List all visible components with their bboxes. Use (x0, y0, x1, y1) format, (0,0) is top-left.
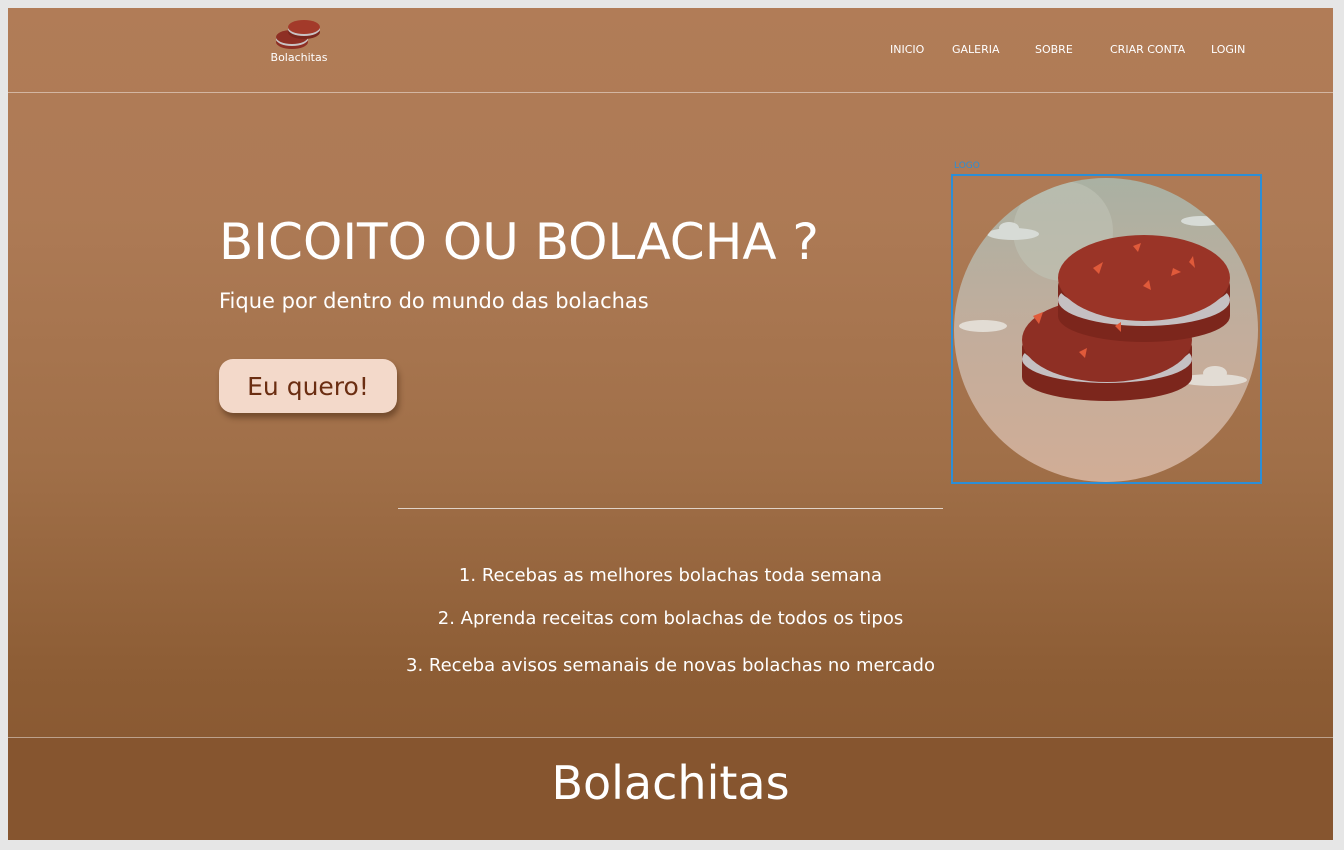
section-divider (398, 508, 943, 509)
footer-title: Bolachitas (551, 756, 790, 810)
nav-login[interactable]: LOGIN (1211, 43, 1245, 56)
hero-subtitle: Fique por dentro do mundo das bolachas (219, 289, 649, 313)
nav-criar-conta[interactable]: CRIAR CONTA (1110, 43, 1185, 56)
hero-cookie-illustration (951, 174, 1262, 484)
cookie-logo-icon (276, 20, 320, 49)
feature-item-3: 3. Receba avisos semanais de novas bolac… (406, 655, 935, 676)
cookies-illustration-icon (954, 178, 1258, 482)
hero-title: BICOITO OU BOLACHA ? (219, 213, 819, 271)
brand-logo-link[interactable]: Bolachitas (266, 20, 332, 64)
brand-name: Bolachitas (270, 51, 328, 64)
feature-item-2: 2. Aprenda receitas com bolachas de todo… (437, 608, 904, 629)
logo-selection-label: LOGO (954, 161, 980, 171)
site-header: Bolachitas INICIO GALERIA SOBRE CRIAR CO… (8, 8, 1333, 93)
nav-sobre[interactable]: SOBRE (1035, 43, 1073, 56)
nav-inicio[interactable]: INICIO (890, 43, 924, 56)
page-frame: Bolachitas INICIO GALERIA SOBRE CRIAR CO… (8, 8, 1333, 840)
site-footer: Bolachitas (8, 737, 1333, 840)
feature-item-1: 1. Recebas as melhores bolachas toda sem… (458, 565, 883, 586)
eu-quero-button[interactable]: Eu quero! (219, 359, 397, 413)
nav-galeria[interactable]: GALERIA (952, 43, 1000, 56)
